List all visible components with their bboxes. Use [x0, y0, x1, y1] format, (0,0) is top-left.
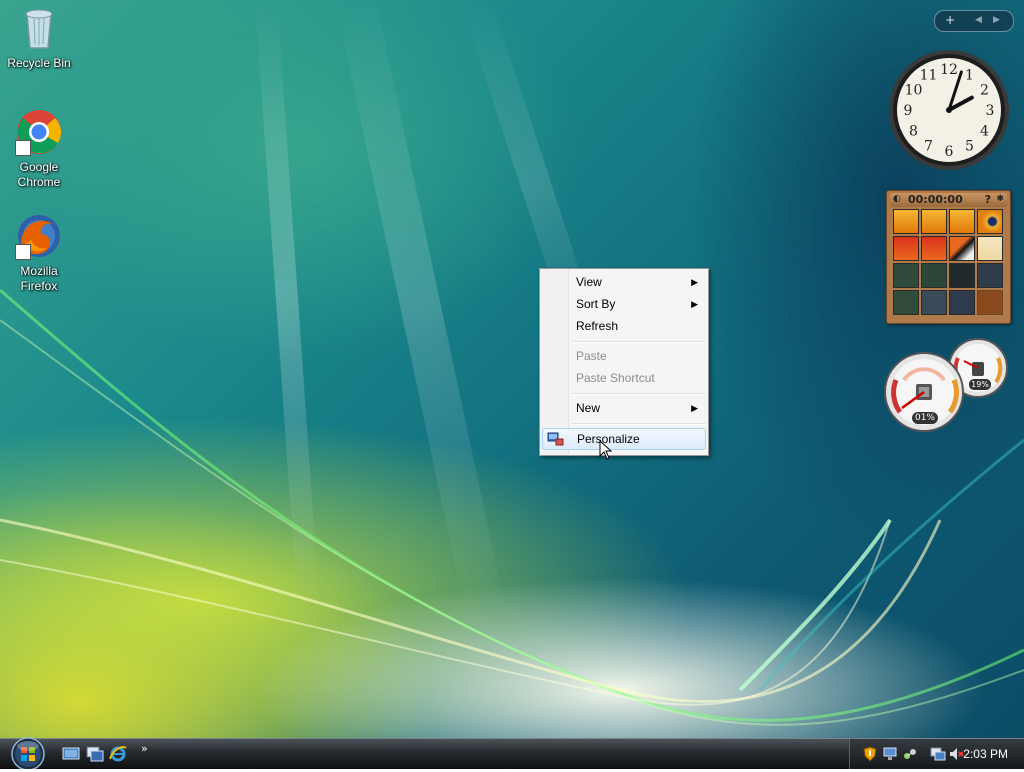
clock-numeral: 5: [965, 139, 974, 155]
desktop-icon-label: Google: [19, 160, 59, 174]
internet-explorer-icon[interactable]: [109, 745, 127, 763]
puzzle-tile[interactable]: [949, 209, 975, 234]
puzzle-tile[interactable]: [949, 290, 975, 315]
puzzle-tile[interactable]: [893, 236, 919, 261]
puzzle-tile[interactable]: [977, 209, 1003, 234]
clock-numeral: 12: [940, 62, 958, 78]
menu-item-personalize[interactable]: Personalize: [542, 428, 706, 450]
cpu-usage-readout: 01%: [912, 412, 938, 424]
puzzle-tile[interactable]: [921, 209, 947, 234]
menu-item-label: New: [576, 401, 601, 415]
puzzle-tile[interactable]: [893, 209, 919, 234]
menu-item-sort-by[interactable]: Sort By ▶: [542, 293, 706, 315]
menu-item-label: Sort By: [576, 297, 616, 311]
puzzle-tile[interactable]: [921, 290, 947, 315]
network-icon[interactable]: [882, 746, 898, 762]
show-desktop-icon[interactable]: [62, 745, 80, 763]
desktop-icon-label: Mozilla: [20, 264, 58, 278]
desktop-icon-recycle-bin[interactable]: Recycle Bin: [3, 4, 75, 71]
puzzle-solve-icon[interactable]: ✱: [996, 194, 1004, 204]
wallpaper-swoosh: [0, 288, 1024, 726]
clock-numeral: 9: [904, 103, 913, 119]
puzzle-timer: 00:00:00: [908, 193, 963, 206]
shortcut-arrow-icon: [15, 244, 31, 260]
clock-numeral: 10: [905, 83, 923, 99]
menu-item-label: Refresh: [576, 319, 619, 333]
desktop-icon-label: Firefox: [20, 279, 58, 293]
menu-item-label: View: [576, 275, 602, 289]
desktop-icon-google-chrome[interactable]: Google Chrome: [3, 108, 75, 190]
picture-puzzle-gadget[interactable]: ◐ 00:00:00 ? ✱: [886, 190, 1011, 324]
clock-numeral: 8: [909, 124, 918, 140]
menu-item-new[interactable]: New ▶: [542, 397, 706, 419]
clock-gadget[interactable]: 12 1 2 3 4 5 6 7 8 9 10 11: [887, 48, 1011, 172]
clock-numeral: 7: [924, 139, 933, 155]
puzzle-tile[interactable]: [893, 290, 919, 315]
puzzle-help-button[interactable]: ?: [985, 193, 991, 206]
next-page-button[interactable]: ▶: [993, 15, 1000, 25]
add-gadget-button[interactable]: +: [945, 13, 955, 27]
menu-item-view[interactable]: View ▶: [542, 271, 706, 293]
puzzle-empty-slot[interactable]: [977, 290, 1003, 315]
menu-item-label: Paste Shortcut: [576, 371, 655, 385]
sidebar-gadget-toolbar: + ◀ ▶: [934, 10, 1014, 32]
system-tray: 2:03 PM: [849, 739, 1024, 769]
clock-numeral: 3: [986, 103, 995, 119]
submenu-arrow-icon: ▶: [691, 299, 698, 309]
chrome-icon: [15, 108, 63, 156]
puzzle-tile[interactable]: [949, 263, 975, 288]
puzzle-tile[interactable]: [921, 263, 947, 288]
previous-page-button[interactable]: ◀: [975, 15, 982, 25]
desktop-context-menu: View ▶ Sort By ▶ Refresh Paste Paste Sho…: [539, 268, 709, 456]
volume-muted-icon[interactable]: [948, 746, 964, 762]
mouse-cursor-icon: [599, 440, 613, 460]
cpu-meter-gadget[interactable]: 01% 19%: [884, 338, 1012, 434]
security-shield-icon[interactable]: [862, 746, 878, 762]
puzzle-tile[interactable]: [893, 263, 919, 288]
puzzle-grid[interactable]: [893, 209, 1005, 317]
shortcut-arrow-icon: [15, 140, 31, 156]
clock-numeral: 6: [945, 144, 954, 160]
quick-launch-chevron[interactable]: »: [141, 742, 148, 755]
menu-item-paste[interactable]: Paste: [542, 345, 706, 367]
submenu-arrow-icon: ▶: [691, 277, 698, 287]
taskbar-clock[interactable]: 2:03 PM: [963, 747, 1008, 761]
puzzle-title-bar: ◐ 00:00:00 ? ✱: [890, 193, 1007, 207]
puzzle-tile[interactable]: [977, 263, 1003, 288]
memory-usage-readout: 19%: [969, 379, 991, 390]
desktop-icon-mozilla-firefox[interactable]: Mozilla Firefox: [3, 212, 75, 294]
start-button[interactable]: [8, 735, 48, 771]
desktop[interactable]: Recycle Bin Google Chrome Mozilla Firefo…: [0, 0, 1024, 738]
clock-numeral: 11: [920, 67, 938, 83]
personalize-icon: [547, 431, 565, 447]
puzzle-tile[interactable]: [977, 236, 1003, 261]
desktop-icon-label: Chrome: [17, 175, 61, 189]
desktop-icon-label: Recycle Bin: [7, 56, 71, 70]
puzzle-tile[interactable]: [921, 236, 947, 261]
menu-separator: [572, 393, 706, 395]
menu-item-paste-shortcut[interactable]: Paste Shortcut: [542, 367, 706, 389]
menu-item-refresh[interactable]: Refresh: [542, 315, 706, 337]
show-picture-icon[interactable]: ◐: [893, 194, 901, 204]
taskbar: » 2:03 PM: [0, 735, 1024, 771]
clock-numeral: 2: [980, 83, 989, 99]
menu-separator: [572, 423, 706, 425]
clock-numeral: 1: [965, 67, 974, 83]
menu-separator: [572, 341, 706, 343]
display-icon[interactable]: [930, 746, 946, 762]
menu-item-label: Paste: [576, 349, 607, 363]
clock-numeral: 4: [980, 124, 989, 140]
recycle-bin-icon: [15, 4, 63, 52]
switch-windows-icon[interactable]: [86, 745, 104, 763]
connection-icon[interactable]: [902, 746, 918, 762]
submenu-arrow-icon: ▶: [691, 403, 698, 413]
firefox-icon: [15, 212, 63, 260]
puzzle-tile[interactable]: [949, 236, 975, 261]
